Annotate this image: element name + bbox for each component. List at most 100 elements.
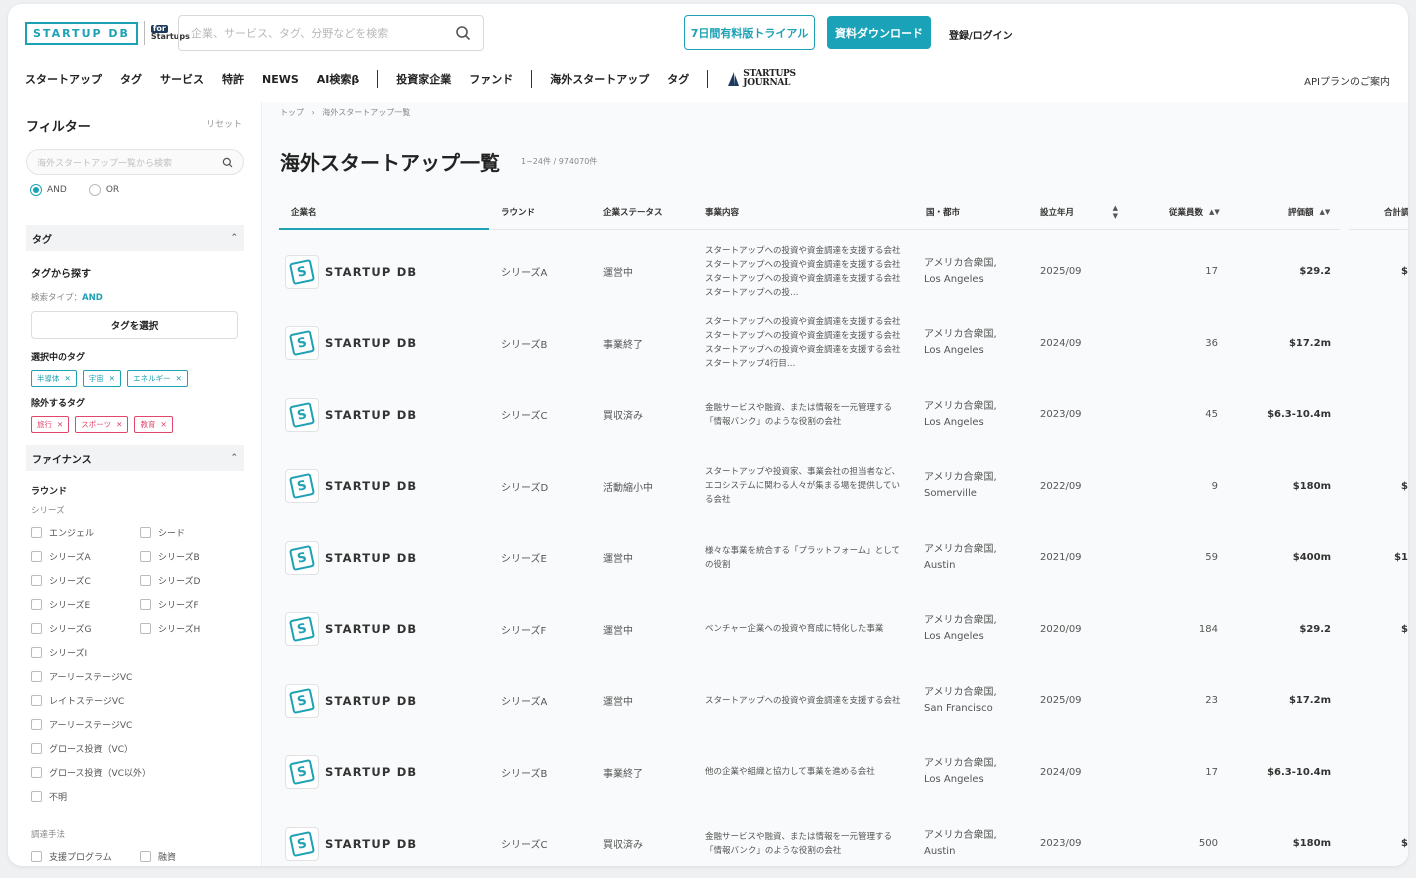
global-search-input[interactable]: 企業、サービス、タグ、分野などを検索 bbox=[178, 15, 484, 51]
checkbox-box[interactable] bbox=[140, 527, 151, 538]
startups-journal-link[interactable]: STARTUPS JOURNAL bbox=[726, 70, 796, 88]
table-row[interactable]: S STARTUP DB シリーズE 運営中 様々な事業を統合する「プラットフォーム」と… bbox=[279, 522, 1408, 593]
table-row[interactable]: S STARTUP DB シリーズB 事業終了 スタートアップへの投資や資金調達を支援す… bbox=[279, 308, 1408, 379]
checkbox-box[interactable] bbox=[140, 575, 151, 586]
round-checkbox[interactable]: シリーズE bbox=[31, 598, 90, 611]
checkbox-box[interactable] bbox=[31, 527, 42, 538]
close-icon[interactable]: ✕ bbox=[65, 374, 71, 383]
company-name[interactable]: STARTUP DB bbox=[325, 622, 417, 636]
company-name[interactable]: STARTUP DB bbox=[325, 479, 417, 493]
checkbox-box[interactable] bbox=[31, 671, 42, 682]
checkbox-box[interactable] bbox=[31, 575, 42, 586]
search-icon[interactable] bbox=[222, 157, 233, 168]
round-checkbox[interactable]: エンジェル bbox=[31, 526, 94, 539]
nav-services[interactable]: サービス bbox=[160, 71, 204, 87]
nav-overseas-tags[interactable]: タグ bbox=[667, 71, 689, 87]
col-header-valuation[interactable]: 評価額 ▲▼ bbox=[1288, 194, 1330, 230]
nav-patents[interactable]: 特許 bbox=[222, 71, 244, 87]
nav-funds[interactable]: ファンド bbox=[469, 71, 513, 87]
table-row[interactable]: S STARTUP DB シリーズF 運営中 ベンチャー企業への投資や育成に特化した事業… bbox=[279, 594, 1408, 665]
company-name[interactable]: STARTUP DB bbox=[325, 765, 417, 779]
or-radio[interactable] bbox=[88, 184, 101, 196]
checkbox-box[interactable] bbox=[140, 623, 151, 634]
company-cell[interactable]: S STARTUP DB bbox=[285, 808, 417, 866]
company-name[interactable]: STARTUP DB bbox=[325, 265, 417, 279]
round-checkbox[interactable]: シリーズH bbox=[140, 622, 200, 635]
startup-db-logo[interactable]: STARTUP DB for Startups bbox=[25, 21, 190, 45]
col-header-founded[interactable]: 設立年月 ▲ ▼ bbox=[1040, 194, 1118, 230]
excluded-tag-chip[interactable]: 教育 ✕ bbox=[134, 416, 173, 433]
close-icon[interactable]: ✕ bbox=[109, 374, 115, 383]
round-checkbox[interactable]: シリーズC bbox=[31, 574, 91, 587]
checkbox-box[interactable] bbox=[31, 695, 42, 706]
round-checkbox[interactable]: シリーズF bbox=[140, 598, 199, 611]
round-checkbox[interactable]: シリーズB bbox=[140, 550, 200, 563]
checkbox-box[interactable] bbox=[31, 647, 42, 658]
close-icon[interactable]: ✕ bbox=[116, 420, 122, 429]
close-icon[interactable]: ✕ bbox=[160, 420, 166, 429]
company-cell[interactable]: S STARTUP DB bbox=[285, 451, 417, 522]
nav-ai-search[interactable]: AI検索β bbox=[317, 71, 359, 87]
trial-button[interactable]: 7日間有料版トライアル bbox=[684, 15, 815, 50]
login-link[interactable]: 登録/ログイン bbox=[949, 27, 1013, 42]
table-row[interactable]: S STARTUP DB シリーズC 買収済み 金融サービスや融資、または情報を一元管理… bbox=[279, 379, 1408, 450]
filter-reset-link[interactable]: リセット bbox=[206, 117, 242, 130]
nav-investors[interactable]: 投資家企業 bbox=[396, 71, 451, 87]
company-name[interactable]: STARTUP DB bbox=[325, 551, 417, 565]
checkbox-box[interactable] bbox=[140, 551, 151, 562]
and-radio[interactable] bbox=[30, 184, 42, 196]
table-row[interactable]: S STARTUP DB シリーズA 運営中 スタートアップへの投資や資金調達を支援する… bbox=[279, 236, 1408, 307]
excluded-tag-chip[interactable]: 旅行 ✕ bbox=[31, 416, 70, 433]
sort-icon[interactable]: ▲▼ bbox=[1113, 204, 1118, 220]
checkbox-box[interactable] bbox=[140, 599, 151, 610]
round-checkbox[interactable]: 不明 bbox=[31, 790, 67, 803]
round-checkbox[interactable]: アーリーステージVC bbox=[31, 718, 132, 731]
selected-tag-chip[interactable]: 宇宙 ✕ bbox=[82, 370, 122, 387]
col-header-company[interactable]: 企業名 bbox=[291, 194, 317, 230]
company-name[interactable]: STARTUP DB bbox=[325, 336, 417, 350]
company-name[interactable]: STARTUP DB bbox=[325, 694, 417, 708]
round-checkbox[interactable]: グロース投資（VC） bbox=[31, 742, 133, 755]
table-row[interactable]: S STARTUP DB シリーズB 事業終了 他の企業や組織と協力して事業を進める会社… bbox=[279, 737, 1408, 808]
close-icon[interactable]: ✕ bbox=[176, 374, 182, 383]
col-header-round[interactable]: ラウンド bbox=[501, 194, 535, 230]
filter-search-input[interactable]: 海外スタートアップ一覧から検索 bbox=[26, 149, 244, 175]
nav-overseas-startups[interactable]: 海外スタートアップ bbox=[550, 71, 649, 87]
company-cell[interactable]: S STARTUP DB bbox=[285, 737, 417, 808]
checkbox-box[interactable] bbox=[31, 767, 42, 778]
excluded-tag-chip[interactable]: スポーツ ✕ bbox=[75, 416, 129, 433]
tag-section-header[interactable]: タグ ⌃ bbox=[26, 225, 244, 251]
table-row[interactable]: S STARTUP DB シリーズA 運営中 スタートアップへの投資や資金調達を支援する… bbox=[279, 665, 1408, 736]
company-name[interactable]: STARTUP DB bbox=[325, 837, 417, 851]
funding-checkbox[interactable]: 融資 bbox=[140, 850, 176, 863]
company-cell[interactable]: S STARTUP DB bbox=[285, 236, 417, 307]
sort-icon[interactable]: ▲▼ bbox=[1209, 208, 1220, 216]
nav-tags[interactable]: タグ bbox=[120, 71, 142, 87]
checkbox-box[interactable] bbox=[31, 743, 42, 754]
company-cell[interactable]: S STARTUP DB bbox=[285, 379, 417, 450]
company-cell[interactable]: S STARTUP DB bbox=[285, 665, 417, 736]
select-tags-button[interactable]: タグを選択 bbox=[31, 311, 238, 339]
checkbox-box[interactable] bbox=[31, 623, 42, 634]
funding-checkbox[interactable]: 支援プログラム bbox=[31, 850, 112, 863]
round-checkbox[interactable]: シリーズG bbox=[31, 622, 92, 635]
round-checkbox[interactable]: レイトステージVC bbox=[31, 694, 124, 707]
checkbox-box[interactable] bbox=[31, 599, 42, 610]
nav-startups[interactable]: スタートアップ bbox=[25, 71, 102, 87]
search-icon[interactable] bbox=[455, 25, 471, 41]
round-checkbox[interactable]: アーリーステージVC bbox=[31, 670, 132, 683]
company-cell[interactable]: S STARTUP DB bbox=[285, 308, 417, 379]
selected-tag-chip[interactable]: 半導体 ✕ bbox=[31, 370, 77, 387]
round-checkbox[interactable]: グロース投資（VC以外） bbox=[31, 766, 151, 779]
checkbox-box[interactable] bbox=[140, 851, 151, 862]
selected-tag-chip[interactable]: エネルギー ✕ bbox=[127, 370, 188, 387]
download-button[interactable]: 資料ダウンロード bbox=[827, 16, 931, 49]
company-cell[interactable]: S STARTUP DB bbox=[285, 594, 417, 665]
col-header-location[interactable]: 国・都市 bbox=[926, 194, 960, 230]
round-checkbox[interactable]: シリーズD bbox=[140, 574, 200, 587]
nav-news[interactable]: NEWS bbox=[262, 73, 299, 86]
round-checkbox[interactable]: シード bbox=[140, 526, 185, 539]
table-row[interactable]: S STARTUP DB シリーズD 活動縮小中 スタートアップや投資家、事業会社の担当… bbox=[279, 451, 1408, 522]
sort-icon[interactable]: ▲▼ bbox=[1320, 208, 1331, 216]
company-cell[interactable]: S STARTUP DB bbox=[285, 522, 417, 593]
